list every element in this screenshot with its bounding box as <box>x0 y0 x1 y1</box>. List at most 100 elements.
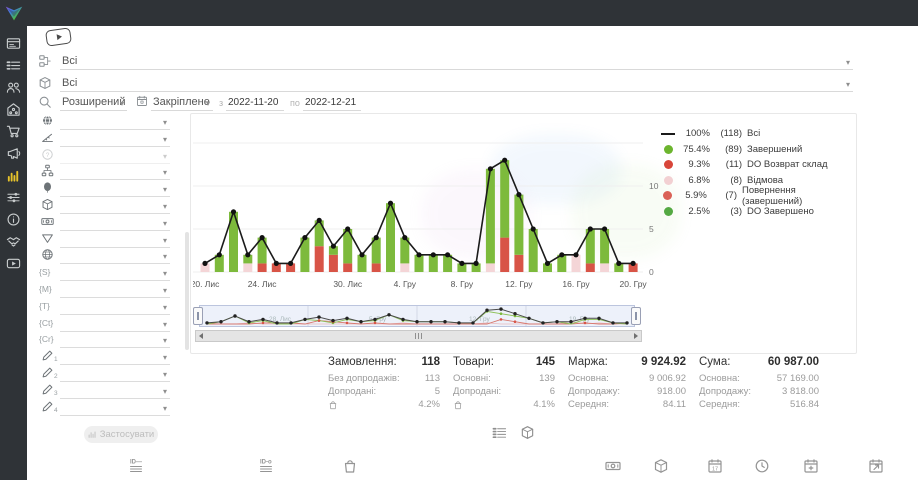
chart-minimap[interactable]: 28. Лис5. Гру12. Гру19. Гру <box>199 305 635 327</box>
svg-text:30. Лис: 30. Лис <box>333 279 363 289</box>
filter-select-18[interactable]: ▾ <box>60 400 170 416</box>
calendar-add-icon[interactable] <box>803 458 819 474</box>
chevron-down-icon: ▾ <box>206 99 210 108</box>
analytics-icon[interactable] <box>6 168 21 183</box>
svg-text:16. Гру: 16. Гру <box>562 279 590 289</box>
apply-filters-button[interactable]: Застосувати <box>84 426 158 443</box>
legend-count: (118) <box>714 128 742 139</box>
legend-item[interactable]: 75.4% (89) Завершений <box>659 142 851 158</box>
orders-list-icon[interactable] <box>6 58 21 73</box>
search-mode-select[interactable]: Розширений ▾ <box>60 93 127 111</box>
filter-select-1[interactable]: ▾ <box>60 114 170 130</box>
filter-select-9[interactable]: ▾ <box>60 248 170 264</box>
filter-select-7[interactable]: ▾ <box>60 215 170 231</box>
cart-icon[interactable] <box>6 124 21 139</box>
filter-select-5[interactable]: ▾ <box>60 181 170 197</box>
banknote-icon[interactable] <box>605 458 621 474</box>
chevron-down-icon: ▾ <box>163 320 167 329</box>
stats-list-icon[interactable] <box>492 425 507 440</box>
filter-select-15[interactable]: ▾ <box>60 349 170 365</box>
legend-line-marker <box>659 133 677 135</box>
clients-icon[interactable] <box>6 80 21 95</box>
product-select[interactable]: Всі ▾ <box>60 74 853 92</box>
legend-dot-marker <box>659 160 677 169</box>
pencil-icon: 1 <box>41 349 54 362</box>
id-o-icon[interactable]: ID-o <box>260 458 276 474</box>
status-group-select[interactable]: Всі ▾ <box>60 52 853 70</box>
app-logo-icon[interactable] <box>3 2 25 24</box>
mini-chart-icon <box>88 430 97 439</box>
scrollbar-grip[interactable] <box>415 333 422 339</box>
id-lines-icon[interactable]: ID— <box>130 458 146 474</box>
period-type-select[interactable]: Закріплене ▾ <box>151 93 213 111</box>
chart-horizontal-scrollbar[interactable] <box>195 330 642 342</box>
date-from-input[interactable]: 2022-11-20 <box>226 93 284 111</box>
calendar-date-icon[interactable]: 17 <box>707 458 723 474</box>
level-icon <box>41 131 54 144</box>
megaphone-icon[interactable] <box>6 146 21 161</box>
banknote-icon <box>41 215 54 228</box>
handshake-icon[interactable] <box>6 234 21 249</box>
filter-select-2[interactable]: ▾ <box>60 131 170 147</box>
filter-select-3[interactable]: ▾ <box>60 148 170 164</box>
chevron-down-icon: ▾ <box>163 336 167 345</box>
scroll-right-arrow-icon[interactable] <box>631 331 641 341</box>
scroll-left-arrow-icon[interactable] <box>196 331 206 341</box>
calendar-export-icon[interactable] <box>868 458 884 474</box>
package-icon[interactable] <box>653 458 669 474</box>
chevron-down-icon: ▾ <box>163 286 167 295</box>
legend-dot-marker <box>659 145 677 154</box>
minimap-right-handle[interactable] <box>631 307 641 325</box>
date-to-label: по <box>290 98 300 108</box>
browser-icon[interactable] <box>6 36 21 51</box>
legend-count: (7) <box>711 190 737 201</box>
warehouse-icon[interactable] <box>6 102 21 117</box>
filter-select-14[interactable]: ▾ <box>60 332 170 348</box>
bag-icon[interactable] <box>342 458 358 474</box>
filter-select-6[interactable]: ▾ <box>60 198 170 214</box>
stat-sub-value: 57 169.00 <box>777 372 819 385</box>
chevron-down-icon: ▾ <box>846 58 850 67</box>
stat-sub-value: 3 818.00 <box>782 385 819 398</box>
legend-item[interactable]: 9.3% (11) DO Возврат склад <box>659 157 851 173</box>
filter-select-12[interactable]: ▾ <box>60 299 170 315</box>
filter-select-11[interactable]: ▾ <box>60 282 170 298</box>
legend-item[interactable]: 5.9% (7) Повернення (завершений) <box>659 188 851 204</box>
stat-sub-row: Основна: 9 006.92 <box>568 372 686 385</box>
filter-select-17[interactable]: ▾ <box>60 383 170 399</box>
filter-select-8[interactable]: ▾ <box>60 232 170 248</box>
chevron-down-icon: ▾ <box>163 236 167 245</box>
stat-sub-row: 4.2% <box>328 398 440 411</box>
svg-text:24. Лис: 24. Лис <box>248 279 278 289</box>
filter-panel-scrollbar[interactable] <box>185 232 189 350</box>
filter-select-4[interactable]: ▾ <box>60 164 170 180</box>
calendar-icon <box>136 95 148 107</box>
filter-select-10[interactable]: ▾ <box>60 265 170 281</box>
clock-icon[interactable] <box>754 458 770 474</box>
video-tutorial-button[interactable] <box>45 27 72 46</box>
search-mode-value: Розширений <box>62 96 125 108</box>
bracket-ct-icon: {Ct} <box>39 318 53 328</box>
legend-item[interactable]: 100% (118) Всі <box>659 126 851 142</box>
stat-sub-row: Допродані: 6 <box>453 385 555 398</box>
stat-sub-value: 4.2% <box>418 398 440 411</box>
top-bar <box>0 0 918 26</box>
chevron-down-icon: ▾ <box>163 387 167 396</box>
sliders-icon[interactable] <box>6 190 21 205</box>
date-to-input[interactable]: 2022-12-21 <box>303 93 361 111</box>
svg-text:17: 17 <box>712 466 718 472</box>
stat-sub-label: Без допродажів: <box>328 372 400 385</box>
search-icon <box>38 95 52 109</box>
app-root: Всі ▾ Всі ▾ Розширений ▾ Закріплене ▾ з … <box>0 0 918 480</box>
filter-select-13[interactable]: ▾ <box>60 316 170 332</box>
info-icon[interactable] <box>6 212 21 227</box>
legend-count: (89) <box>714 144 742 155</box>
stat-sub-row: 4.1% <box>453 398 555 411</box>
video-icon[interactable] <box>6 256 21 271</box>
filter-select-16[interactable]: ▾ <box>60 366 170 382</box>
pencil-icon: 3 <box>41 383 54 396</box>
minimap-left-handle[interactable] <box>193 307 203 325</box>
package-icon[interactable] <box>520 425 535 440</box>
stat-sub-value: 5 <box>435 385 440 398</box>
chevron-down-icon: ▾ <box>163 370 167 379</box>
